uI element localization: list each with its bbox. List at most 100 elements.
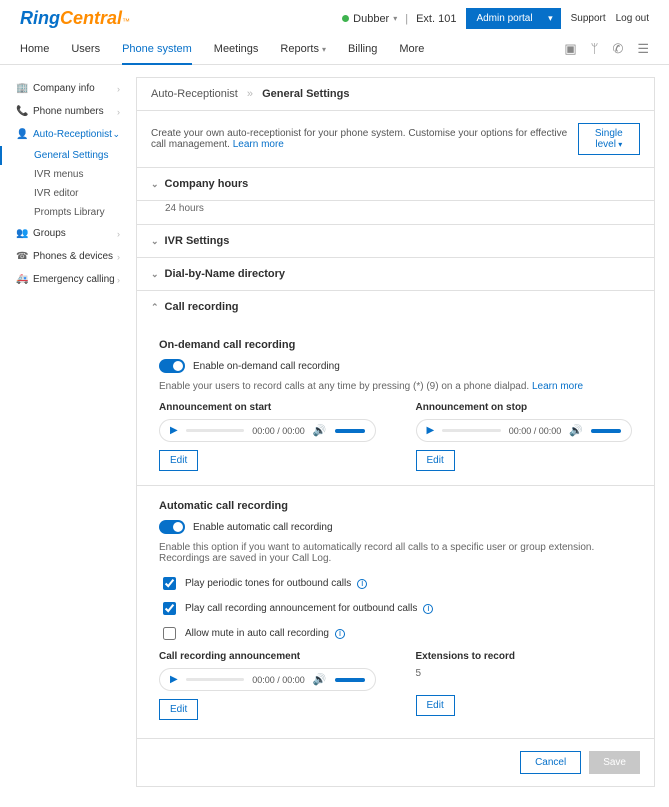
section-call-recording[interactable]: ⌃ Call recording [137,291,654,323]
phone-icon[interactable]: ✆ [612,41,623,57]
sidebar-phone-numbers[interactable]: 📞Phone numbers › [14,100,124,123]
ivr-level-button[interactable]: Single level [578,123,640,155]
nav-reports[interactable]: Reports▾ [280,33,326,64]
extensions-to-record-label: Extensions to record [416,651,633,662]
volume-slider[interactable] [335,678,365,682]
chevron-down-icon: ⌄ [112,129,120,140]
volume-icon[interactable]: 🔊 [569,424,583,437]
volume-slider[interactable] [591,429,621,433]
chevron-right-icon: › [117,252,120,262]
sidebar-company-info[interactable]: 🏢Company info › [14,77,124,100]
recording-announcement-player: ▶ 00:00 / 00:00 🔊 [159,668,376,691]
info-icon[interactable]: i [357,579,367,589]
sidebar-sub-ivr-menus[interactable]: IVR menus [14,165,124,184]
edit-announcement-stop-button[interactable]: Edit [416,450,455,471]
chevron-down-icon: ⌄ [151,236,159,247]
option-play-announcement[interactable]: Play call recording announcement for out… [159,599,632,618]
nav-phone-system[interactable]: Phone system [122,33,192,65]
breadcrumb-current: General Settings [262,88,349,100]
logo-central: Central [60,8,122,29]
chevron-right-icon: › [117,84,120,94]
volume-icon[interactable]: 🔊 [313,673,327,686]
allow-mute-checkbox[interactable] [163,627,176,640]
info-icon[interactable]: i [423,604,433,614]
chevron-down-icon: ⌄ [151,269,159,280]
user-icon: 👤 [16,129,28,140]
play-icon[interactable]: ▶ [427,425,435,436]
sidebar-phones-devices[interactable]: ☎Phones & devices › [14,245,124,268]
option-periodic-tones[interactable]: Play periodic tones for outbound calls i [159,574,632,593]
seek-track[interactable] [442,429,501,432]
support-link[interactable]: Support [571,13,606,24]
on-demand-help-text: Enable your users to record calls at any… [159,381,632,392]
nav-billing[interactable]: Billing [348,33,377,64]
announcement-stop-player: ▶ 00:00 / 00:00 🔊 [416,419,633,442]
window-icon[interactable]: ▣ [564,41,576,57]
company-hours-value: 24 hours [137,201,654,225]
intro-text: Create your own auto-receptionist for yo… [151,128,578,150]
sidebar-sub-ivr-editor[interactable]: IVR editor [14,184,124,203]
portal-switcher[interactable]: Admin portal [466,8,560,29]
chevron-down-icon: ▾ [322,45,326,54]
seek-track[interactable] [186,678,245,681]
automatic-toggle[interactable] [159,520,185,534]
list-icon[interactable]: ☰ [637,41,649,57]
learn-more-link[interactable]: Learn more [532,381,583,392]
edit-extensions-button[interactable]: Edit [416,695,455,716]
time-display: 00:00 / 00:00 [252,426,305,436]
time-display: 00:00 / 00:00 [509,426,562,436]
sidebar-auto-receptionist[interactable]: 👤Auto-Receptionist ⌄ [14,123,124,146]
sidebar-emergency-calling[interactable]: 🚑Emergency calling › [14,268,124,291]
nav-users[interactable]: Users [71,33,100,64]
section-company-hours[interactable]: ⌄ Company hours [137,168,654,201]
groups-icon: 👥 [16,228,28,239]
sidebar-sub-prompts-library[interactable]: Prompts Library [14,203,124,222]
info-icon[interactable]: i [335,629,345,639]
logo-ring: Ring [20,8,60,29]
automatic-toggle-label: Enable automatic call recording [193,522,333,533]
cancel-button[interactable]: Cancel [520,751,581,774]
ext-label: Ext. 101 [416,13,456,25]
logout-link[interactable]: Log out [616,13,649,24]
automatic-help-text: Enable this option if you want to automa… [159,542,632,564]
play-icon[interactable]: ▶ [170,674,178,685]
sidebar-groups[interactable]: 👥Groups › [14,222,124,245]
account-menu[interactable]: Dubber ▾ | Ext. 101 [342,13,456,25]
section-ivr-settings[interactable]: ⌄ IVR Settings [137,225,654,258]
account-name: Dubber [353,13,389,25]
edit-recording-announcement-button[interactable]: Edit [159,699,198,720]
phone-icon: 📞 [16,106,28,117]
play-announcement-checkbox[interactable] [163,602,176,615]
breadcrumb-parent[interactable]: Auto-Receptionist [151,88,238,100]
brand-logo: RingCentral™ [20,8,130,29]
save-button[interactable]: Save [589,751,640,774]
chevron-down-icon: ⌄ [151,179,159,190]
org-icon[interactable]: ᛘ [591,41,599,57]
edit-announcement-start-button[interactable]: Edit [159,450,198,471]
periodic-tones-checkbox[interactable] [163,577,176,590]
on-demand-toggle[interactable] [159,359,185,373]
announcement-start-player: ▶ 00:00 / 00:00 🔊 [159,419,376,442]
volume-slider[interactable] [335,429,365,433]
breadcrumb: Auto-Receptionist » General Settings [137,78,654,111]
main-nav: Home Users Phone system Meetings Reports… [20,33,424,64]
chevron-right-icon: › [117,275,120,285]
section-dial-by-name[interactable]: ⌄ Dial-by-Name directory [137,258,654,291]
learn-more-link[interactable]: Learn more [233,139,284,150]
seek-track[interactable] [186,429,245,432]
nav-home[interactable]: Home [20,33,49,64]
nav-more[interactable]: More [399,33,424,64]
sidebar-sub-general-settings[interactable]: General Settings [0,146,124,165]
option-allow-mute[interactable]: Allow mute in auto call recording i [159,624,632,643]
nav-meetings[interactable]: Meetings [214,33,259,64]
automatic-heading: Automatic call recording [159,500,632,512]
announcement-start-label: Announcement on start [159,402,376,413]
play-icon[interactable]: ▶ [170,425,178,436]
on-demand-heading: On-demand call recording [159,339,632,351]
chevron-down-icon: ▾ [393,14,397,23]
volume-icon[interactable]: 🔊 [313,424,327,437]
section-title: Call recording [165,301,239,313]
section-title: Dial-by-Name directory [165,268,285,280]
chevron-right-icon: › [117,107,120,117]
section-title: Company hours [165,178,249,190]
